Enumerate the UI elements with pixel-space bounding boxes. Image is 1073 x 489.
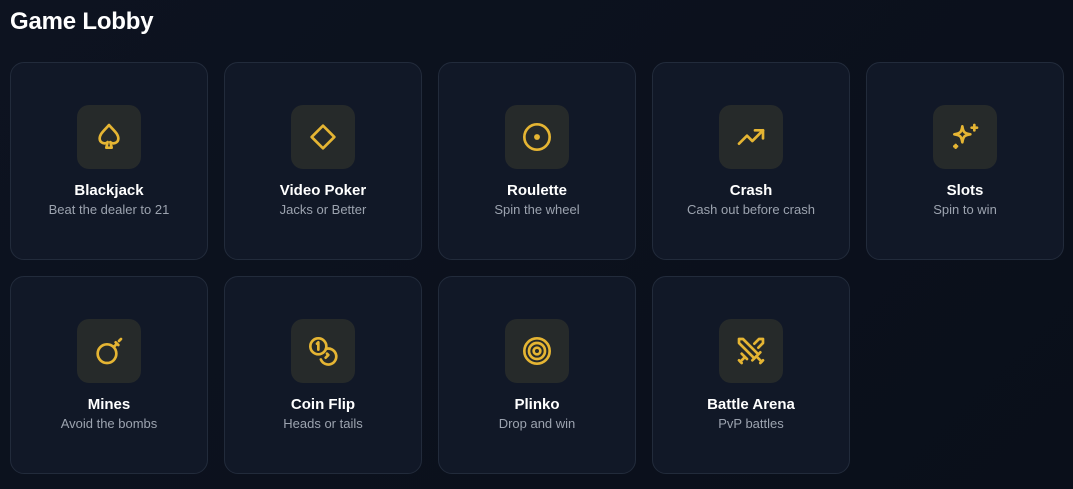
trending-up-icon	[719, 105, 783, 169]
game-title: Battle Arena	[707, 396, 795, 413]
game-subtitle: Heads or tails	[283, 416, 363, 431]
game-title: Blackjack	[74, 182, 144, 199]
game-title: Mines	[87, 396, 131, 413]
page-title: Game Lobby	[10, 8, 154, 35]
bomb-icon	[77, 319, 141, 383]
game-card-mines[interactable]: Mines Avoid the bombs	[10, 276, 208, 474]
game-subtitle: Avoid the bombs	[60, 416, 158, 431]
game-title: Video Poker	[279, 182, 367, 199]
game-card-crash[interactable]: Crash Cash out before crash	[652, 62, 850, 260]
game-card-coin-flip[interactable]: Coin Flip Heads or tails	[224, 276, 422, 474]
game-title: Slots	[946, 182, 984, 199]
game-subtitle: Jacks or Better	[279, 202, 367, 217]
swords-icon	[719, 319, 783, 383]
game-subtitle: Cash out before crash	[687, 202, 815, 217]
game-card-plinko[interactable]: Plinko Drop and win	[438, 276, 636, 474]
game-card-video-poker[interactable]: Video Poker Jacks or Better	[224, 62, 422, 260]
game-title: Coin Flip	[290, 396, 356, 413]
game-card-blackjack[interactable]: Blackjack Beat the dealer to 21	[10, 62, 208, 260]
game-title: Crash	[729, 182, 773, 199]
game-title: Roulette	[507, 182, 567, 199]
circle-dot-icon	[505, 105, 569, 169]
game-subtitle: Drop and win	[498, 416, 576, 431]
diamond-icon	[291, 105, 355, 169]
game-card-roulette[interactable]: Roulette Spin the wheel	[438, 62, 636, 260]
spade-icon	[77, 105, 141, 169]
game-card-battle-arena[interactable]: Battle Arena PvP battles	[652, 276, 850, 474]
target-icon	[505, 319, 569, 383]
coins-icon	[291, 319, 355, 383]
game-title: Plinko	[514, 396, 560, 413]
game-subtitle: Spin the wheel	[494, 202, 580, 217]
game-grid: Blackjack Beat the dealer to 21 Video Po…	[10, 62, 1064, 474]
game-subtitle: Spin to win	[933, 202, 997, 217]
game-subtitle: PvP battles	[718, 416, 784, 431]
game-subtitle: Beat the dealer to 21	[48, 202, 170, 217]
game-card-slots[interactable]: Slots Spin to win	[866, 62, 1064, 260]
sparkles-icon	[933, 105, 997, 169]
